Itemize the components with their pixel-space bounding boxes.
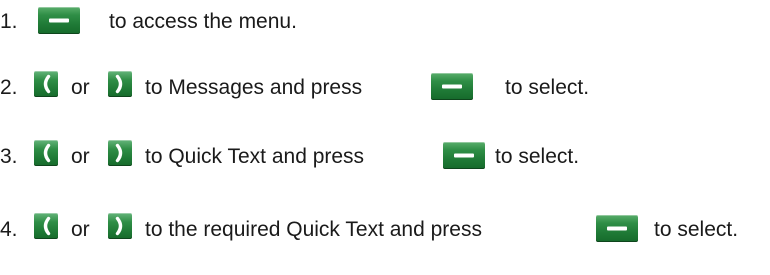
- step-text: to Messages and press: [145, 76, 363, 99]
- step-number: 1.: [0, 10, 18, 33]
- or-label: or: [71, 218, 90, 241]
- step-number: 3.: [0, 145, 18, 168]
- step-number: 4.: [0, 218, 18, 241]
- step-number: 2.: [0, 76, 18, 99]
- instruction-step-1: 1. to access the menu.: [0, 2, 770, 42]
- instruction-step-2: 2. or to Messages and press to select.: [0, 68, 770, 108]
- right-arrow-key-icon: [108, 213, 132, 239]
- left-arrow-key-icon: [34, 71, 58, 97]
- step-text-end: to select.: [495, 145, 580, 168]
- menu-key-icon: [443, 142, 485, 169]
- step-text: to Quick Text and press: [145, 145, 365, 168]
- menu-key-icon: [38, 7, 80, 34]
- left-arrow-key-icon: [34, 213, 58, 239]
- or-label: or: [71, 145, 90, 168]
- step-text: to access the menu.: [109, 10, 297, 33]
- menu-key-icon: [596, 215, 638, 242]
- right-arrow-key-icon: [108, 140, 132, 166]
- step-text: to the required Quick Text and press: [145, 218, 482, 241]
- left-arrow-key-icon: [34, 140, 58, 166]
- right-arrow-key-icon: [108, 71, 132, 97]
- or-label: or: [71, 76, 90, 99]
- step-text-end: to select.: [505, 76, 590, 99]
- instruction-step-3: 3. or to Quick Text and press to select.: [0, 137, 770, 177]
- menu-key-icon: [431, 73, 473, 100]
- step-text-end: to select.: [654, 218, 739, 241]
- instruction-step-4: 4. or to the required Quick Text and pre…: [0, 210, 770, 250]
